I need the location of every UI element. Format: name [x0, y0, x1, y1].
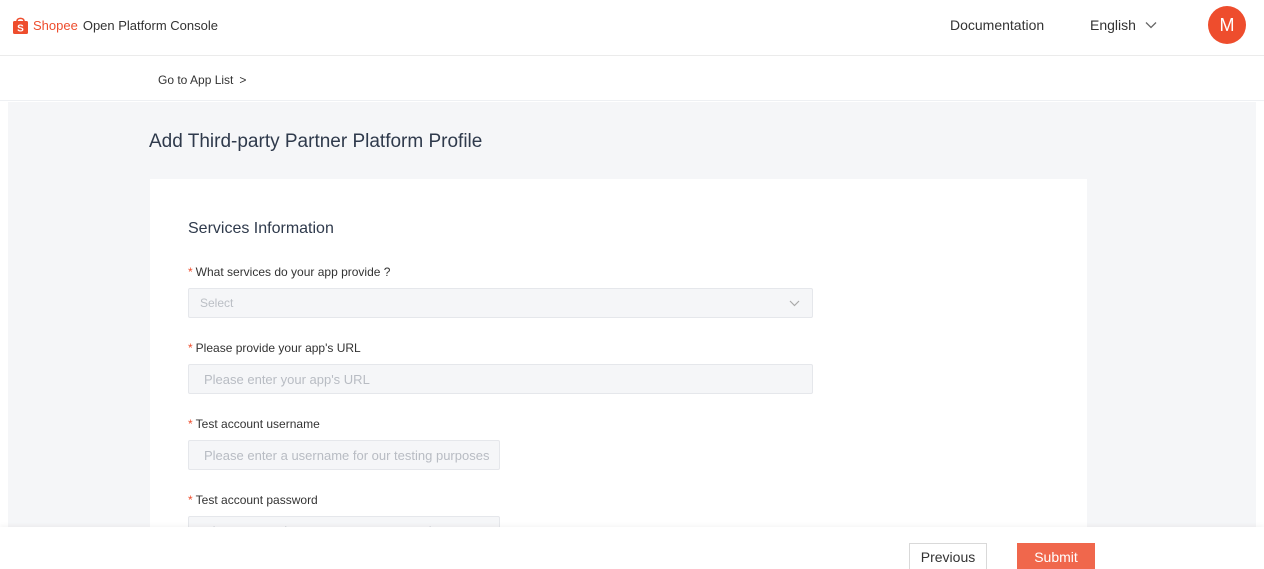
required-mark: * [188, 341, 193, 355]
test-username-input[interactable] [188, 440, 500, 470]
required-mark: * [188, 265, 193, 279]
section-title: Services Information [188, 220, 334, 237]
test-password-label: * Test account password [188, 493, 318, 507]
avatar[interactable]: M [1208, 6, 1246, 44]
footer-actions: Previous Submit [0, 527, 1264, 569]
test-username-label-text: Test account username [195, 417, 320, 431]
breadcrumb-bar: Go to App List > [0, 57, 1264, 101]
required-mark: * [188, 493, 193, 507]
app-url-input[interactable] [188, 364, 813, 394]
documentation-link[interactable]: Documentation [950, 17, 1044, 33]
chevron-down-icon [789, 300, 800, 307]
app-url-label: * Please provide your app's URL [188, 341, 361, 355]
breadcrumb-app-list-link[interactable]: Go to App List [158, 73, 233, 87]
test-password-input[interactable] [188, 516, 500, 527]
language-dropdown[interactable]: English [1090, 17, 1157, 33]
chevron-down-icon [1145, 22, 1157, 29]
breadcrumb[interactable]: Go to App List > [158, 73, 246, 87]
services-label: * What services do your app provide ? [188, 265, 390, 279]
submit-button[interactable]: Submit [1017, 543, 1095, 569]
app-url-label-text: Please provide your app's URL [195, 341, 361, 355]
language-label: English [1090, 17, 1136, 33]
shopee-bag-icon: S [13, 17, 28, 35]
test-username-label: * Test account username [188, 417, 320, 431]
services-select-placeholder: Select [200, 296, 234, 310]
services-select[interactable]: Select [188, 288, 813, 318]
shopee-logo[interactable]: S Shopee Open Platform Console [12, 16, 218, 35]
services-label-text: What services do your app provide ? [195, 265, 391, 279]
breadcrumb-separator: > [239, 73, 247, 87]
brand-name: Shopee [33, 18, 78, 33]
svg-text:S: S [17, 24, 24, 35]
page-title: Add Third-party Partner Platform Profile [149, 131, 483, 152]
console-title: Open Platform Console [82, 18, 218, 33]
main-content: Add Third-party Partner Platform Profile… [8, 102, 1256, 527]
top-header: S Shopee Open Platform Console Documenta… [0, 0, 1264, 56]
test-password-label-text: Test account password [195, 493, 318, 507]
form-card: Services Information * What services do y… [150, 179, 1087, 527]
previous-button[interactable]: Previous [909, 543, 987, 569]
required-mark: * [188, 417, 193, 431]
